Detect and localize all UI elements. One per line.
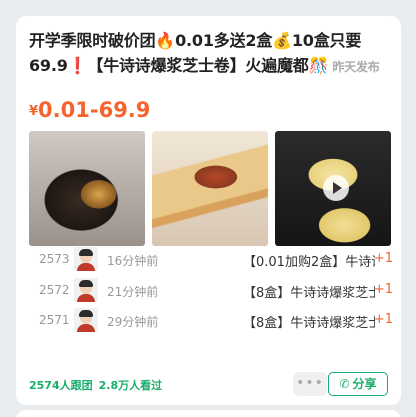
order-row[interactable]: 2571 29分钟前 【8盒】牛诗诗爆浆芝士卷 +1 — [29, 308, 393, 332]
play-icon[interactable] — [323, 175, 349, 201]
product-image-1[interactable] — [29, 131, 145, 246]
price-range: ¥0.01-69.9 — [29, 98, 150, 122]
share-label: 分享 — [352, 377, 377, 391]
image-gallery — [29, 131, 391, 246]
order-quantity: +1 — [373, 251, 393, 266]
title-text: 开学季限时破价团🔥0.01多送2盒💰10盒只要69.9❗【牛诗诗爆浆芝士卷】火遍… — [29, 31, 362, 75]
group-stats: 2574人跟团 2.8万人看过 — [29, 377, 162, 393]
order-number: 2571 — [39, 313, 70, 327]
order-quantity: +1 — [373, 312, 393, 327]
currency-symbol: ¥ — [29, 104, 39, 119]
order-row[interactable]: 2573 16分钟前 【0.01加购2盒】牛诗诗爆浆芝士卷 +1 — [29, 247, 393, 271]
order-item: 【0.01加购2盒】牛诗诗爆浆芝士卷 — [243, 255, 375, 270]
order-item: 【8盒】牛诗诗爆浆芝士卷 — [243, 316, 375, 331]
avatar — [74, 247, 98, 271]
order-time: 21分钟前 — [107, 285, 159, 299]
viewer-count: 2.8万人看过 — [98, 379, 163, 392]
wechat-icon: ✆ — [339, 377, 350, 391]
order-number: 2573 — [39, 252, 70, 266]
order-time: 29分钟前 — [107, 315, 159, 329]
follower-count: 2574人跟团 — [29, 379, 93, 392]
order-row[interactable]: 2572 21分钟前 【8盒】牛诗诗爆浆芝士卷 +1 — [29, 278, 393, 302]
product-image-2[interactable] — [152, 131, 268, 246]
order-quantity: +1 — [373, 282, 393, 297]
post-time: 昨天发布 — [332, 60, 380, 74]
next-card-edge — [16, 410, 401, 417]
more-button[interactable]: ••• — [293, 372, 327, 396]
order-number: 2572 — [39, 283, 70, 297]
order-item: 【8盒】牛诗诗爆浆芝士卷 — [243, 286, 375, 301]
order-time: 16分钟前 — [107, 254, 159, 268]
post-title[interactable]: 开学季限时破价团🔥0.01多送2盒💰10盒只要69.9❗【牛诗诗爆浆芝士卷】火遍… — [29, 28, 394, 80]
group-buy-card[interactable]: 开学季限时破价团🔥0.01多送2盒💰10盒只要69.9❗【牛诗诗爆浆芝士卷】火遍… — [16, 16, 401, 405]
avatar — [74, 308, 98, 332]
share-button[interactable]: ✆ 分享 — [328, 372, 388, 396]
price-value: 0.01-69.9 — [38, 98, 151, 122]
avatar — [74, 278, 98, 302]
product-video-thumbnail[interactable] — [275, 131, 391, 246]
